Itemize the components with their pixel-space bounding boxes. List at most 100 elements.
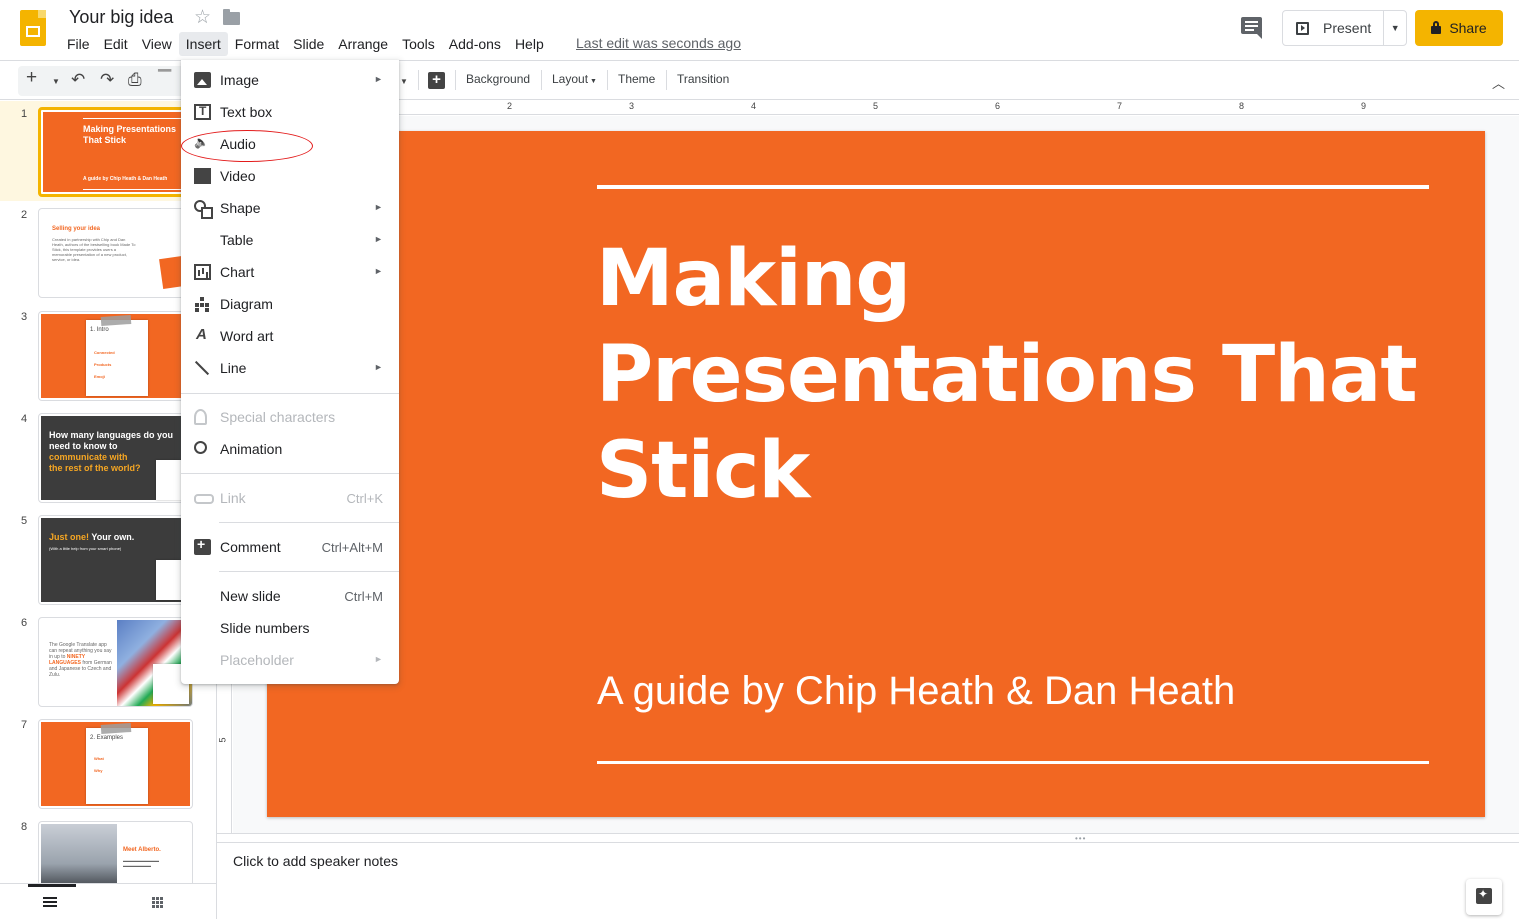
submenu-arrow-icon: ► [374, 74, 383, 84]
slide-thumbnail-3[interactable]: 1. Intro Connected Products Emoji [38, 311, 193, 401]
menu-add-ons[interactable]: Add-ons [442, 32, 508, 56]
menu-edit[interactable]: Edit [97, 32, 135, 56]
collapse-toolbar-icon[interactable]: ︿ [1492, 73, 1505, 92]
slide-number: 2 [21, 209, 28, 221]
submenu-arrow-icon: ► [374, 234, 383, 244]
slide-number: 1 [21, 108, 28, 120]
share-button[interactable]: Share [1415, 10, 1503, 46]
slide-thumbnail-7[interactable]: 2. Examples What Why [38, 719, 193, 809]
submenu-arrow-icon: ► [374, 362, 383, 372]
slides-logo-icon[interactable] [20, 10, 46, 46]
folder-icon[interactable] [223, 9, 240, 25]
slide-number: 5 [21, 515, 28, 527]
insert-slide-numbers[interactable]: Slide numbers [181, 612, 399, 644]
image-icon [194, 72, 211, 88]
menu-format[interactable]: Format [228, 32, 286, 56]
insert-chart[interactable]: Chart ► [181, 256, 399, 288]
new-slide-caret-icon[interactable]: ▼ [52, 71, 60, 93]
last-edit-link[interactable]: Last edit was seconds ago [576, 35, 741, 51]
submenu-arrow-icon: ► [374, 266, 383, 276]
chart-icon [194, 264, 211, 280]
slide-number: 3 [21, 311, 28, 323]
slide-bottom-rule [597, 761, 1429, 764]
explore-button[interactable] [1466, 879, 1502, 915]
animation-icon [194, 441, 207, 454]
shape-icon [194, 200, 213, 219]
insert-special-characters[interactable]: Special characters [181, 401, 399, 433]
insert-menu-dropdown: Image ► Text box Audio Video Shape ► Tab… [181, 60, 399, 684]
undo-icon[interactable]: ↶ [71, 69, 85, 91]
insert-word-art[interactable]: Word art [181, 320, 399, 352]
word-art-icon [194, 326, 211, 344]
horizontal-ruler: 2 3 4 5 6 7 8 9 [232, 101, 1519, 115]
list-view-icon[interactable] [43, 897, 57, 907]
speaker-notes-field[interactable]: Click to add speaker notes [233, 853, 398, 869]
notes-resize-handle[interactable]: ••• [217, 833, 1519, 843]
menu-slide[interactable]: Slide [286, 32, 331, 56]
present-button[interactable]: Present [1283, 11, 1385, 45]
add-comment-icon[interactable]: + [428, 72, 445, 89]
menu-view[interactable]: View [135, 32, 179, 56]
line-icon [194, 360, 211, 376]
document-title[interactable]: Your big idea [69, 7, 173, 28]
insert-diagram[interactable]: Diagram [181, 288, 399, 320]
redo-icon[interactable]: ↷ [100, 69, 114, 91]
filmstrip-view-switcher [0, 883, 217, 919]
insert-image[interactable]: Image ► [181, 64, 399, 96]
insert-new-slide[interactable]: New slide Ctrl+M [181, 580, 399, 612]
app-header: Your big idea ☆ File Edit View Insert Fo… [0, 0, 1519, 60]
present-icon [1296, 21, 1309, 35]
link-icon [194, 490, 214, 506]
slide-thumbnail-5[interactable]: Just one! Your own. (With a little help … [38, 515, 193, 605]
menu-help[interactable]: Help [508, 32, 551, 56]
submenu-arrow-icon: ► [374, 202, 383, 212]
slide-thumbnail-8[interactable]: Meet Alberto. ▬▬▬▬▬▬▬▬▬ ▬▬▬▬▬▬▬ [38, 821, 193, 883]
insert-link[interactable]: Link Ctrl+K [181, 482, 399, 514]
present-button-group: Present ▼ [1282, 10, 1407, 46]
grid-view-icon[interactable] [152, 897, 164, 908]
print-icon[interactable]: ⎙ [128, 69, 142, 91]
menu-file[interactable]: File [60, 32, 97, 56]
insert-video[interactable]: Video [181, 160, 399, 192]
insert-animation[interactable]: Animation [181, 433, 399, 465]
line-caret-icon[interactable]: ▼ [400, 71, 408, 93]
submenu-arrow-icon: ► [374, 654, 383, 664]
lock-icon [1431, 21, 1442, 34]
insert-line[interactable]: Line ► [181, 352, 399, 384]
slide-subtitle[interactable]: A guide by Chip Heath & Dan Heath [597, 669, 1235, 714]
background-button[interactable]: Background [466, 72, 530, 86]
explore-icon [1476, 887, 1492, 904]
paint-format-icon[interactable]: ▔ [158, 69, 171, 91]
slide-number: 6 [21, 617, 28, 629]
diagram-icon [194, 296, 211, 312]
menu-tools[interactable]: Tools [395, 32, 442, 56]
new-slide-plus-icon[interactable]: + [26, 67, 37, 89]
slide-number: 8 [21, 821, 28, 833]
slide-top-rule [597, 185, 1429, 189]
current-slide[interactable]: Making Presentations That Stick A guide … [267, 131, 1485, 817]
insert-placeholder[interactable]: Placeholder ► [181, 644, 399, 676]
present-options-caret-icon[interactable]: ▼ [1384, 23, 1406, 33]
slide-thumbnail-1[interactable]: Making Presentations That Stick A guide … [38, 107, 193, 197]
insert-text-box[interactable]: Text box [181, 96, 399, 128]
audio-annotation-circle [181, 130, 313, 162]
insert-table[interactable]: Table ► [181, 224, 399, 256]
star-icon[interactable]: ☆ [194, 6, 211, 29]
text-box-icon [194, 104, 211, 120]
menu-insert[interactable]: Insert [178, 32, 228, 56]
comments-icon[interactable] [1241, 17, 1262, 39]
slide-thumbnail-6[interactable]: The Google Translate app can repeat anyt… [38, 617, 193, 707]
transition-button[interactable]: Transition [677, 72, 729, 86]
theme-button[interactable]: Theme [618, 72, 655, 86]
slide-title[interactable]: Making Presentations That Stick [596, 231, 1456, 519]
menu-arrange[interactable]: Arrange [331, 32, 395, 56]
special-characters-icon [194, 409, 207, 425]
insert-comment[interactable]: Comment Ctrl+Alt+M [181, 531, 399, 563]
present-label: Present [1323, 20, 1372, 36]
layout-button[interactable]: Layout ▼ [552, 72, 597, 86]
slide-number: 7 [21, 719, 28, 731]
video-icon [194, 168, 211, 184]
slide-thumbnail-2[interactable]: Selling your idea Created in partnership… [38, 208, 193, 298]
insert-shape[interactable]: Shape ► [181, 192, 399, 224]
slide-thumbnail-4[interactable]: How many languages do you need to know t… [38, 413, 193, 503]
